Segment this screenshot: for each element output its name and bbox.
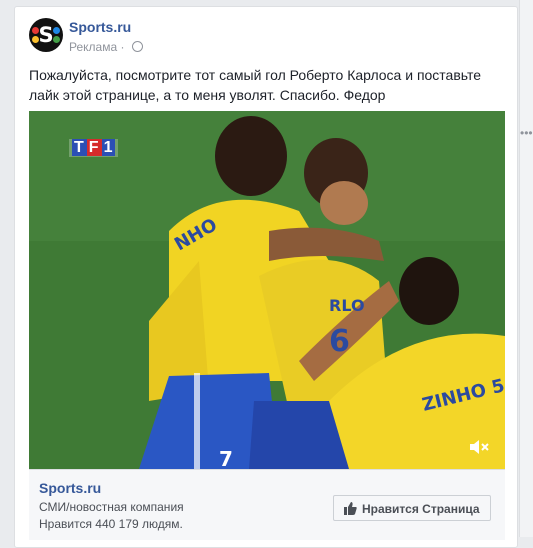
page-category: СМИ/новостная компания bbox=[39, 500, 184, 514]
video-frame: ZINHO 5 NHO RLO 7 6 bbox=[29, 111, 505, 469]
globe-icon[interactable] bbox=[131, 41, 143, 52]
sponsored-post-card: S Sports.ru Реклама · Пожалуйста, посмот… bbox=[14, 6, 518, 548]
page-avatar[interactable]: S bbox=[29, 18, 63, 52]
like-page-label: Нравится Страница bbox=[362, 502, 480, 516]
svg-text:RLO: RLO bbox=[329, 296, 365, 315]
tf1-logo-t: T bbox=[72, 139, 87, 156]
footer-page-name-link[interactable]: Sports.ru bbox=[39, 480, 101, 496]
tf1-logo: TF1 bbox=[69, 139, 119, 157]
meta-separator: · bbox=[120, 40, 125, 54]
post-meta: Реклама · bbox=[69, 40, 143, 54]
more-options-icon[interactable]: ••• bbox=[520, 127, 533, 139]
like-page-button[interactable]: Нравится Страница bbox=[333, 495, 491, 521]
post-text: Пожалуйста, посмотрите тот самый гол Роб… bbox=[29, 67, 482, 103]
right-edge-strip bbox=[519, 0, 533, 537]
speaker-muted-icon[interactable] bbox=[469, 439, 491, 455]
page-footer: Sports.ru СМИ/новостная компания Нравитс… bbox=[29, 469, 505, 540]
avatar-logo: S bbox=[38, 23, 54, 47]
thumbs-up-icon bbox=[344, 502, 357, 515]
svg-text:7: 7 bbox=[219, 447, 233, 469]
page-name-link[interactable]: Sports.ru bbox=[69, 19, 131, 35]
tf1-logo-f: F bbox=[86, 139, 102, 156]
video-player[interactable]: ZINHO 5 NHO RLO 7 6 TF1 bbox=[29, 111, 505, 469]
page-like-count: Нравится 440 179 людям. bbox=[39, 517, 183, 531]
tf1-logo-1: 1 bbox=[101, 139, 116, 156]
sponsored-label[interactable]: Реклама bbox=[69, 40, 117, 54]
svg-text:6: 6 bbox=[329, 324, 350, 359]
